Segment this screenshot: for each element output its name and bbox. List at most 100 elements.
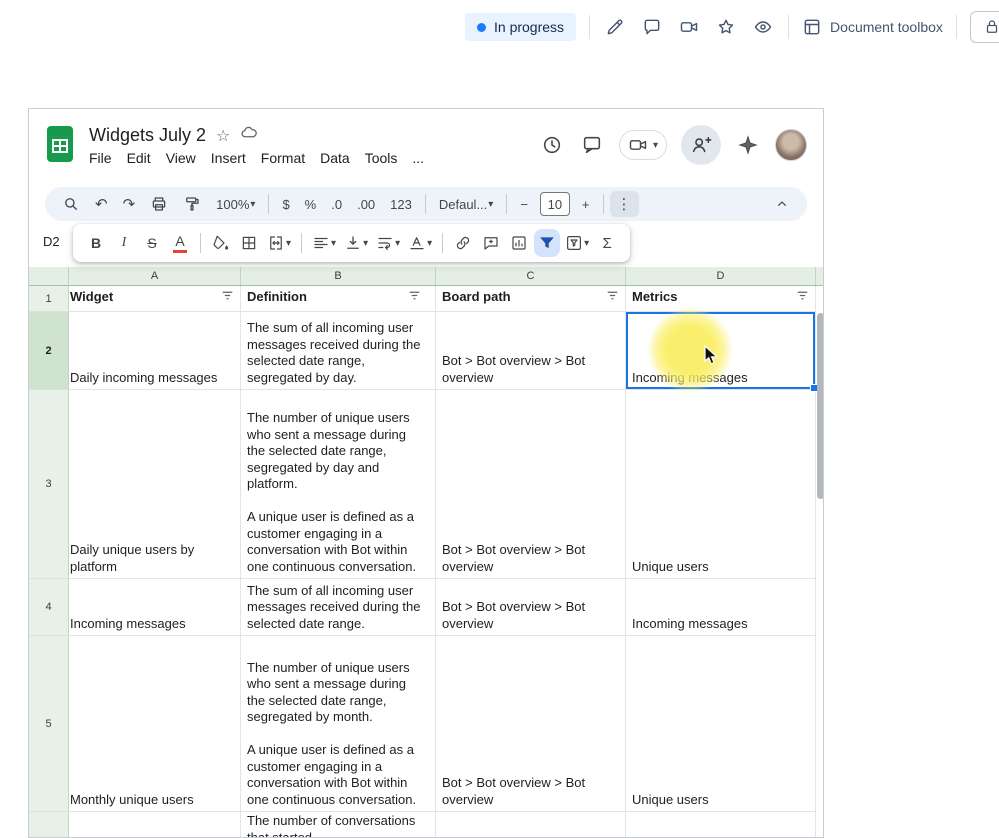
decrease-decimal-button[interactable]: .0 xyxy=(324,191,349,217)
column-header-d[interactable]: D xyxy=(626,267,816,285)
cell-c1[interactable]: Board path xyxy=(436,286,626,312)
name-box[interactable]: D2 xyxy=(43,234,60,249)
zoom-select[interactable]: 100% ▾ xyxy=(209,191,262,217)
cell-d5[interactable]: Unique users xyxy=(626,636,816,812)
status-badge[interactable]: In progress xyxy=(465,13,576,41)
vertical-align-button[interactable]: ▾ xyxy=(341,229,371,257)
present-button[interactable] xyxy=(677,15,701,39)
cell-d4[interactable]: Incoming messages xyxy=(626,579,816,636)
user-avatar[interactable] xyxy=(775,129,807,161)
cell-c3[interactable]: Bot > Bot overview > Bot overview xyxy=(436,390,626,579)
star-file-icon[interactable]: ☆ xyxy=(216,126,230,146)
column-header-a[interactable]: A xyxy=(69,267,241,285)
version-history-button[interactable] xyxy=(539,132,565,158)
redo-button[interactable]: ↷ xyxy=(116,191,143,217)
bold-button[interactable]: B xyxy=(83,229,109,257)
menu-file[interactable]: File xyxy=(89,150,112,166)
toolbar-search-button[interactable] xyxy=(55,191,87,217)
more-formats-button[interactable]: 123 xyxy=(383,191,419,217)
row-header-6[interactable]: 6 xyxy=(29,812,69,838)
row-header-1[interactable]: 1 xyxy=(29,286,69,312)
document-toolbox-button[interactable]: Document toolbox xyxy=(802,17,943,37)
cell-d2-selected[interactable]: Incoming messages xyxy=(626,312,816,390)
cell-c2[interactable]: Bot > Bot overview > Bot overview xyxy=(436,312,626,390)
insert-link-button[interactable] xyxy=(450,229,476,257)
cell-a4[interactable]: Incoming messages xyxy=(69,579,241,636)
cell-b1[interactable]: Definition xyxy=(241,286,436,312)
cell-c6[interactable] xyxy=(436,812,626,838)
cell-b4[interactable]: The sum of all incoming user messages re… xyxy=(241,579,436,636)
paint-format-button[interactable] xyxy=(176,191,208,217)
cell-b2[interactable]: The sum of all incoming user messages re… xyxy=(241,312,436,390)
menu-view[interactable]: View xyxy=(166,150,196,166)
cell-a2[interactable]: Daily incoming messages xyxy=(69,312,241,390)
cell-a3[interactable]: Daily unique users by platform xyxy=(69,390,241,579)
font-select[interactable]: Defaul... ▾ xyxy=(432,191,500,217)
sheets-logo-icon[interactable] xyxy=(45,125,75,165)
comments-button[interactable] xyxy=(579,132,605,158)
toolbar-more-button[interactable]: ⋮ xyxy=(610,191,639,217)
insert-chart-button[interactable] xyxy=(506,229,532,257)
italic-button[interactable]: I xyxy=(111,229,137,257)
format-percent-button[interactable]: % xyxy=(298,191,324,217)
cell-d1[interactable]: Metrics xyxy=(626,286,816,312)
cell-d6[interactable] xyxy=(626,812,816,838)
borders-button[interactable] xyxy=(236,229,262,257)
filter-button-a[interactable] xyxy=(221,289,234,307)
merge-cells-button[interactable]: ▾ xyxy=(264,229,294,257)
decrease-font-size-button[interactable]: − xyxy=(513,191,535,217)
column-header-c[interactable]: C xyxy=(436,267,626,285)
share-access-button[interactable] xyxy=(681,125,721,165)
filter-button-b[interactable] xyxy=(408,289,421,307)
filter-views-button[interactable]: ▾ xyxy=(562,229,592,257)
cell-b5[interactable]: The number of unique users who sent a me… xyxy=(241,636,436,812)
cell-b3[interactable]: The number of unique users who sent a me… xyxy=(241,390,436,579)
font-size-input[interactable]: 10 xyxy=(540,192,570,216)
text-rotation-button[interactable]: ▾ xyxy=(405,229,435,257)
cell-a6[interactable] xyxy=(69,812,241,838)
text-color-button[interactable]: A xyxy=(167,229,193,257)
filter-button-c[interactable] xyxy=(606,289,619,307)
menu-edit[interactable]: Edit xyxy=(127,150,151,166)
row-header-2[interactable]: 2 xyxy=(29,312,69,390)
fill-color-button[interactable] xyxy=(208,229,234,257)
insert-comment-button[interactable] xyxy=(478,229,504,257)
undo-button[interactable]: ↶ xyxy=(88,191,115,217)
edit-button[interactable] xyxy=(603,15,627,39)
document-title[interactable]: Widgets July 2 xyxy=(89,125,206,146)
functions-button[interactable]: Σ xyxy=(594,229,620,257)
cell-a5[interactable]: Monthly unique users xyxy=(69,636,241,812)
row-header-3[interactable]: 3 xyxy=(29,390,69,579)
gemini-button[interactable] xyxy=(735,132,761,158)
row-header-4[interactable]: 4 xyxy=(29,579,69,636)
column-header-b[interactable]: B xyxy=(241,267,436,285)
increase-decimal-button[interactable]: .00 xyxy=(350,191,382,217)
watch-button[interactable] xyxy=(751,15,775,39)
menu-tools[interactable]: Tools xyxy=(365,150,398,166)
select-all-corner[interactable] xyxy=(29,267,69,285)
collapse-toolbar-button[interactable] xyxy=(767,191,797,217)
comment-button[interactable] xyxy=(640,15,664,39)
strikethrough-button[interactable]: S xyxy=(139,229,165,257)
create-filter-button[interactable] xyxy=(534,229,560,257)
horizontal-align-button[interactable]: ▾ xyxy=(309,229,339,257)
cell-d3[interactable]: Unique users xyxy=(626,390,816,579)
row-header-5[interactable]: 5 xyxy=(29,636,69,812)
menu-data[interactable]: Data xyxy=(320,150,350,166)
format-currency-button[interactable]: $ xyxy=(275,191,296,217)
meet-button[interactable]: ▾ xyxy=(619,130,667,160)
menu-format[interactable]: Format xyxy=(261,150,305,166)
print-button[interactable] xyxy=(143,191,175,217)
cell-a1[interactable]: Widget xyxy=(69,286,241,312)
star-button[interactable] xyxy=(714,15,738,39)
menu-insert[interactable]: Insert xyxy=(211,150,246,166)
cell-c4[interactable]: Bot > Bot overview > Bot overview xyxy=(436,579,626,636)
cell-b6[interactable]: The number of conversations that started xyxy=(241,812,436,838)
vertical-scrollbar[interactable] xyxy=(817,313,824,499)
cell-c5[interactable]: Bot > Bot overview > Bot overview xyxy=(436,636,626,812)
increase-font-size-button[interactable]: + xyxy=(575,191,597,217)
share-button[interactable]: S xyxy=(970,11,999,43)
text-wrap-button[interactable]: ▾ xyxy=(373,229,403,257)
filter-button-d[interactable] xyxy=(796,289,809,307)
menu-overflow[interactable]: ... xyxy=(412,150,424,166)
